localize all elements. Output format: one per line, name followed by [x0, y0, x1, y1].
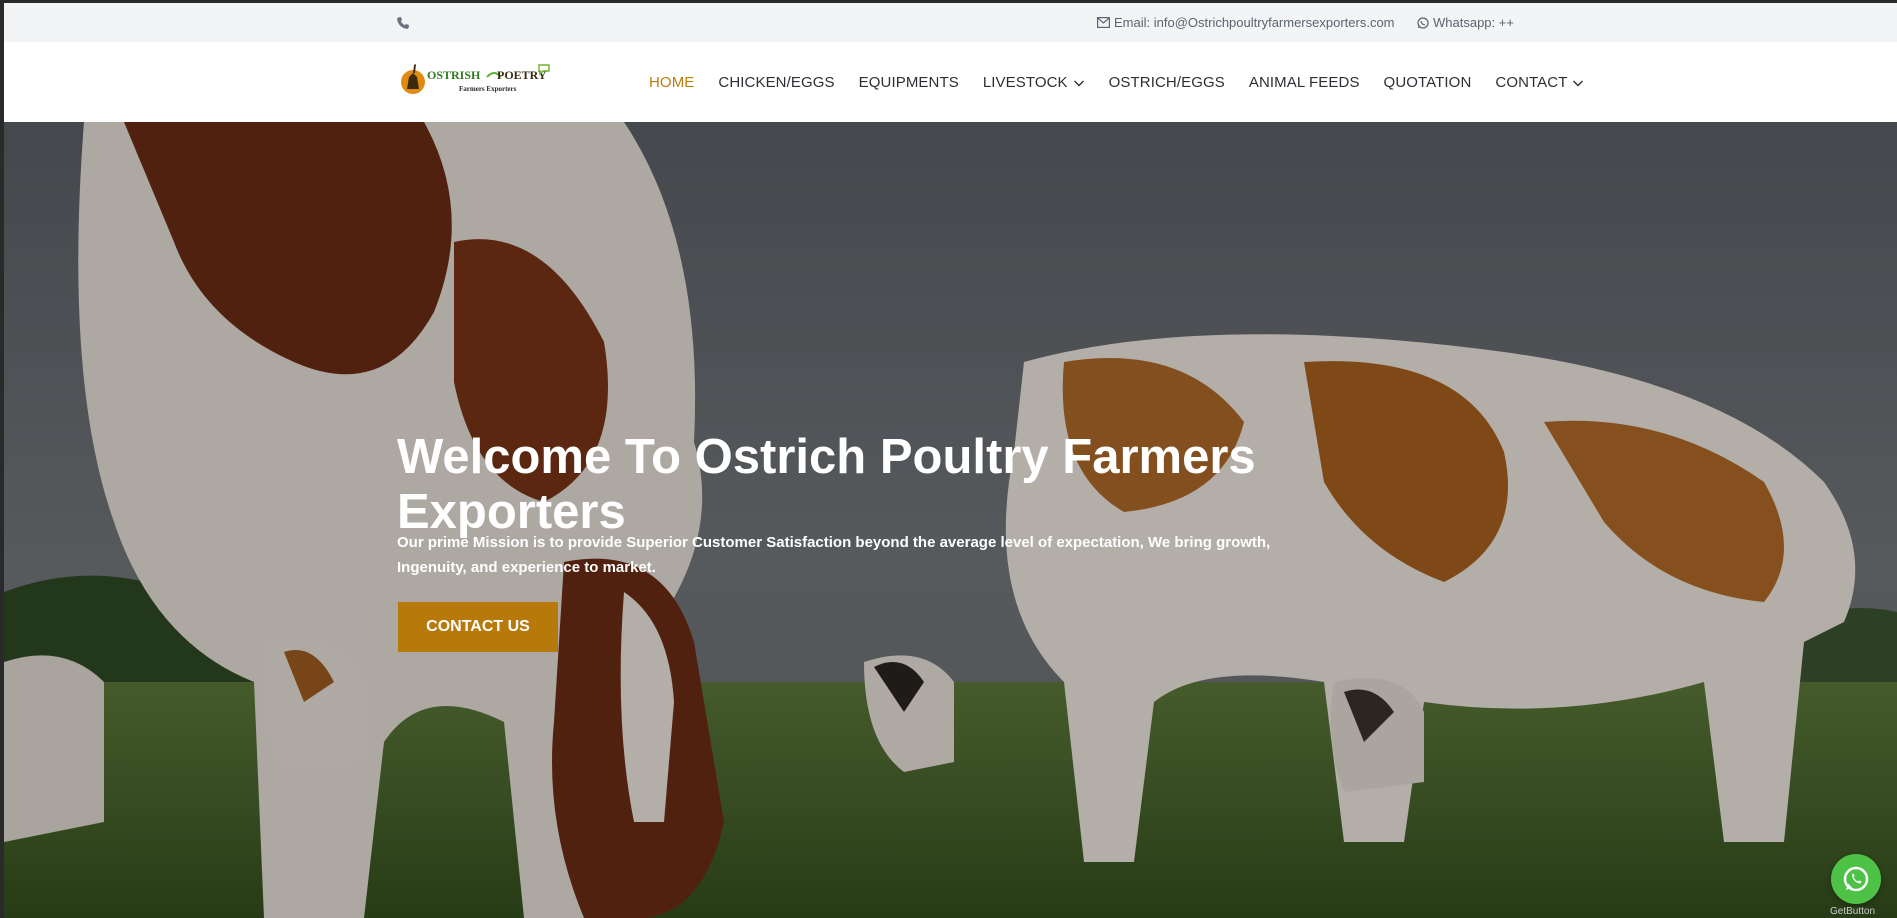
whatsapp-link[interactable]: Whatsapp: ++	[1417, 15, 1514, 30]
email-text: Email: info@Ostrichpoultryfarmersexporte…	[1114, 15, 1395, 30]
chevron-down-icon	[1073, 80, 1084, 86]
nav-ostrich-eggs[interactable]: OSTRICH/EGGS	[1109, 74, 1225, 91]
whatsapp-icon	[1417, 16, 1429, 29]
email-link[interactable]: Email: info@Ostrichpoultryfarmersexporte…	[1097, 15, 1395, 30]
nav-equipments[interactable]: EQUIPMENTS	[859, 74, 959, 91]
chevron-down-icon	[1573, 80, 1584, 86]
hero-description: Our prime Mission is to provide Superior…	[397, 534, 1271, 576]
page: Email: info@Ostrichpoultryfarmersexporte…	[4, 3, 1897, 918]
logo-text-1: OSTRISH	[427, 68, 481, 82]
hero-title: Welcome To Ostrich Poultry Farmers Expor…	[397, 429, 1256, 539]
getbutton-label[interactable]: GetButton	[1830, 906, 1875, 917]
whatsapp-icon	[1843, 866, 1869, 892]
whatsapp-text: Whatsapp: ++	[1433, 15, 1514, 30]
envelope-icon	[1097, 17, 1110, 28]
phone-icon[interactable]	[396, 16, 410, 30]
nav-home[interactable]: HOME	[649, 74, 694, 91]
top-bar: Email: info@Ostrichpoultryfarmersexporte…	[4, 3, 1897, 42]
nav-chicken-eggs[interactable]: CHICKEN/EGGS	[718, 74, 834, 91]
nav-livestock[interactable]: LIVESTOCK	[983, 74, 1085, 91]
logo-subtitle: Farmers Exporters	[459, 85, 517, 93]
site-logo[interactable]: OSTRISH POETRY Farmers Exporters	[399, 59, 555, 103]
nav-contact[interactable]: CONTACT	[1495, 74, 1584, 91]
nav-animal-feeds[interactable]: ANIMAL FEEDS	[1249, 74, 1360, 91]
whatsapp-float-button[interactable]	[1831, 854, 1881, 904]
nav-quotation[interactable]: QUOTATION	[1384, 74, 1472, 91]
main-nav: HOME CHICKEN/EGGS EQUIPMENTS LIVESTOCK O…	[649, 74, 1608, 91]
site-header: OSTRISH POETRY Farmers Exporters HOME CH…	[4, 42, 1897, 122]
hero-section: Welcome To Ostrich Poultry Farmers Expor…	[4, 122, 1897, 918]
contact-us-button[interactable]: CONTACT US	[398, 602, 558, 652]
